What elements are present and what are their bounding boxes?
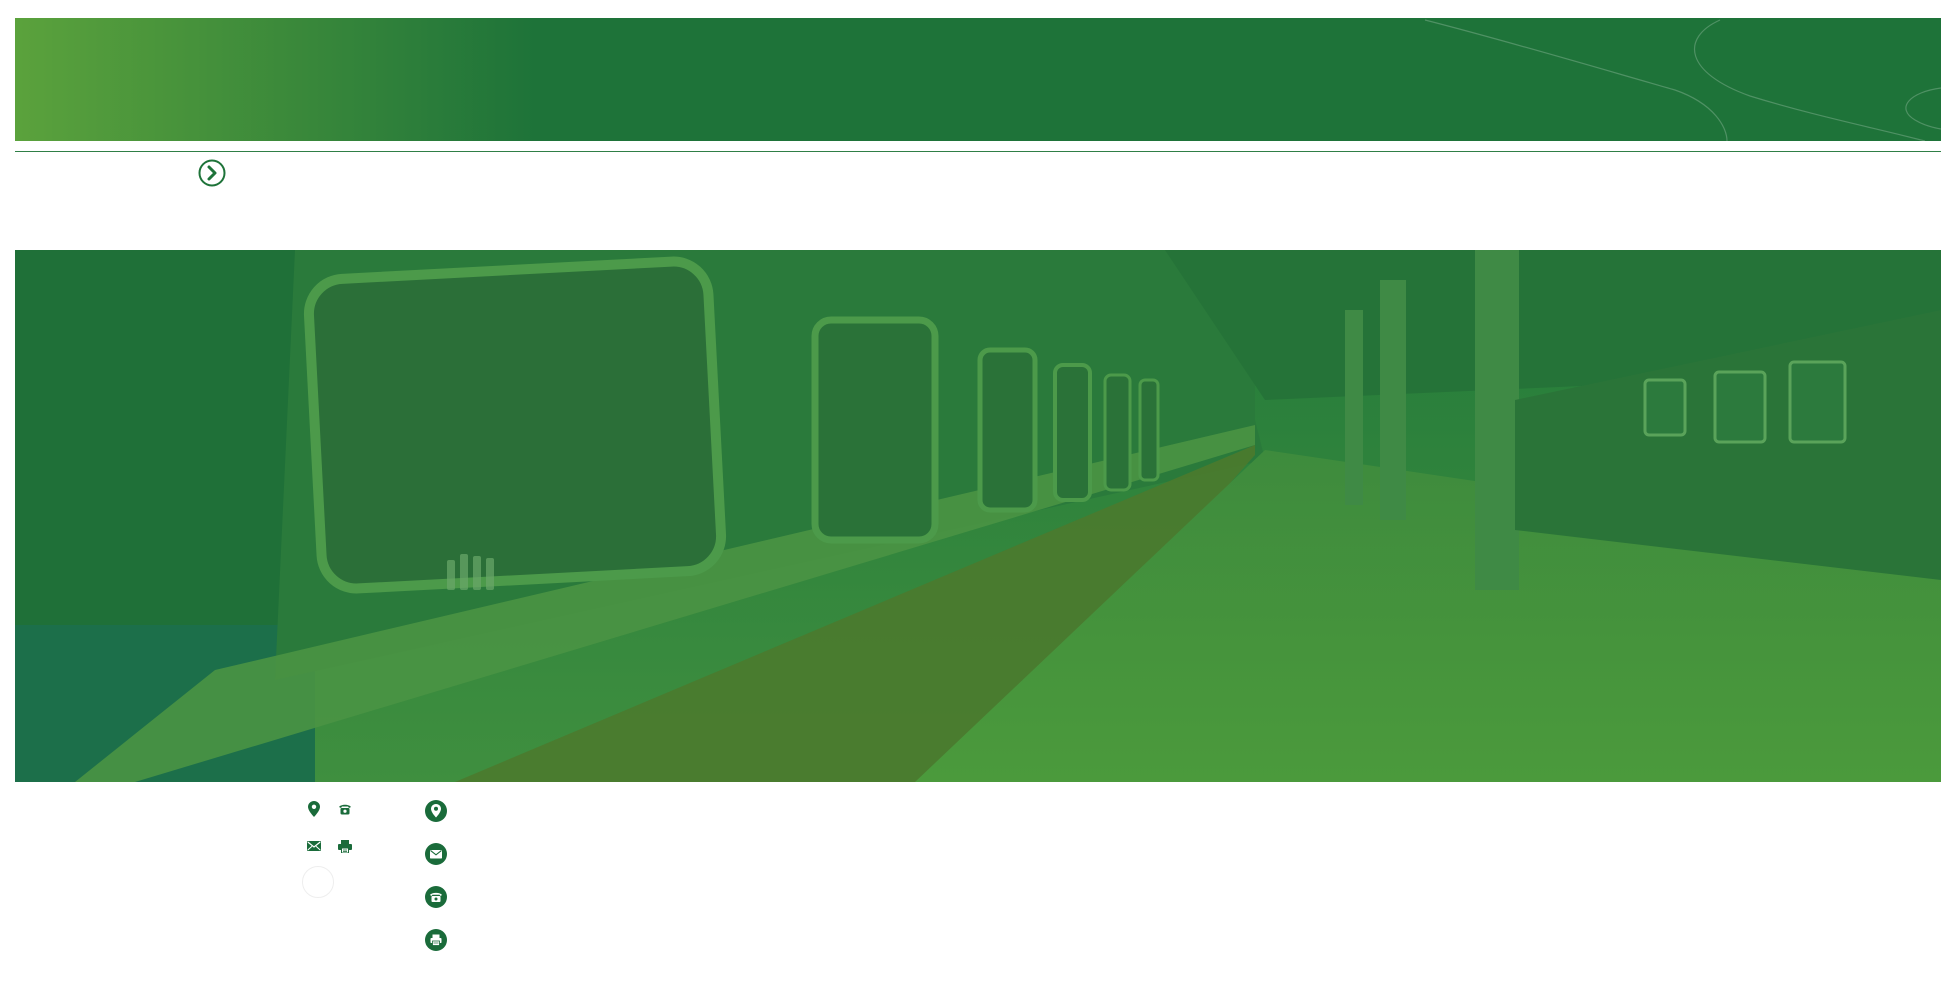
telephone-icon[interactable] bbox=[424, 885, 448, 909]
contact-item-address bbox=[424, 799, 448, 823]
printer-icon[interactable] bbox=[424, 928, 448, 952]
location-pin-icon[interactable] bbox=[305, 800, 323, 818]
page bbox=[0, 0, 1956, 986]
contact-icons-compact bbox=[300, 798, 360, 900]
telephone-icon[interactable] bbox=[336, 800, 354, 818]
contact-list bbox=[424, 799, 450, 953]
contact-item-phone bbox=[424, 885, 448, 909]
header-banner-graphic bbox=[15, 18, 1941, 141]
hero-image bbox=[15, 250, 1941, 782]
next-button[interactable] bbox=[198, 159, 226, 187]
train-platform-photo bbox=[15, 250, 1941, 782]
chevron-right-circle-icon bbox=[198, 159, 226, 187]
contact-item-fax bbox=[424, 928, 448, 952]
printer-icon[interactable] bbox=[336, 837, 354, 855]
contact-item-email bbox=[424, 842, 448, 866]
toggle-circle-button[interactable] bbox=[302, 866, 334, 898]
location-pin-icon[interactable] bbox=[424, 799, 448, 823]
header-banner bbox=[15, 18, 1941, 141]
header-divider bbox=[15, 151, 1941, 152]
envelope-icon[interactable] bbox=[305, 837, 323, 855]
envelope-icon[interactable] bbox=[424, 842, 448, 866]
